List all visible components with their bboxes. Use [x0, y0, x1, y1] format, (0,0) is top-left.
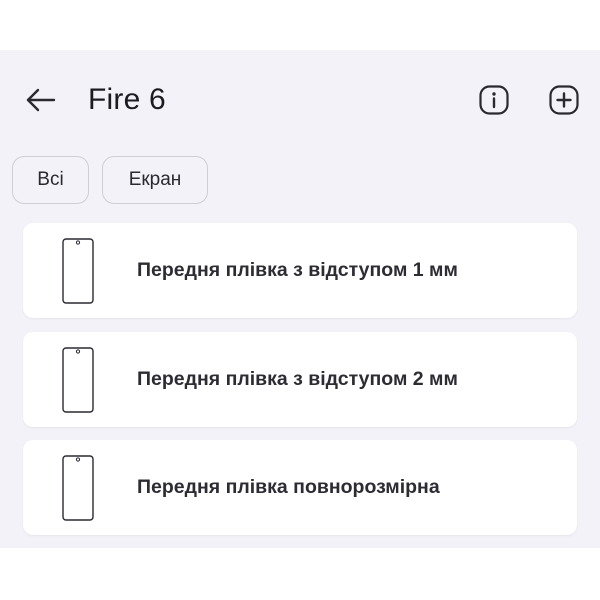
list-item[interactable]: Передня плівка з відступом 1 мм — [23, 223, 577, 318]
top-app-bar: Fire 6 — [0, 50, 600, 150]
info-circle-icon — [479, 85, 509, 115]
filter-chip-all[interactable]: Всі — [12, 156, 89, 204]
add-square-icon — [549, 85, 579, 115]
back-button[interactable] — [24, 85, 58, 115]
app-screen: Fire 6 Всі Екран Передня плівка з відсту… — [0, 50, 600, 548]
add-button[interactable] — [548, 84, 580, 116]
phone-outline-icon — [62, 347, 94, 413]
list-item-label: Передня плівка повнорозмірна — [137, 476, 440, 498]
filter-chip-screen[interactable]: Екран — [102, 156, 208, 204]
phone-outline-icon — [62, 455, 94, 521]
filter-chip-label: Всі — [37, 169, 64, 190]
page-title: Fire 6 — [88, 83, 166, 116]
info-button[interactable] — [478, 84, 510, 116]
filter-chip-label: Екран — [128, 169, 182, 190]
list-item-label: Передня плівка з відступом 2 мм — [137, 368, 458, 390]
arrow-left-icon — [26, 88, 56, 112]
phone-outline-icon — [62, 238, 94, 304]
list-item[interactable]: Передня плівка повнорозмірна — [23, 440, 577, 535]
list-item-label: Передня плівка з відступом 1 мм — [137, 259, 458, 281]
list-item[interactable]: Передня плівка з відступом 2 мм — [23, 332, 577, 427]
